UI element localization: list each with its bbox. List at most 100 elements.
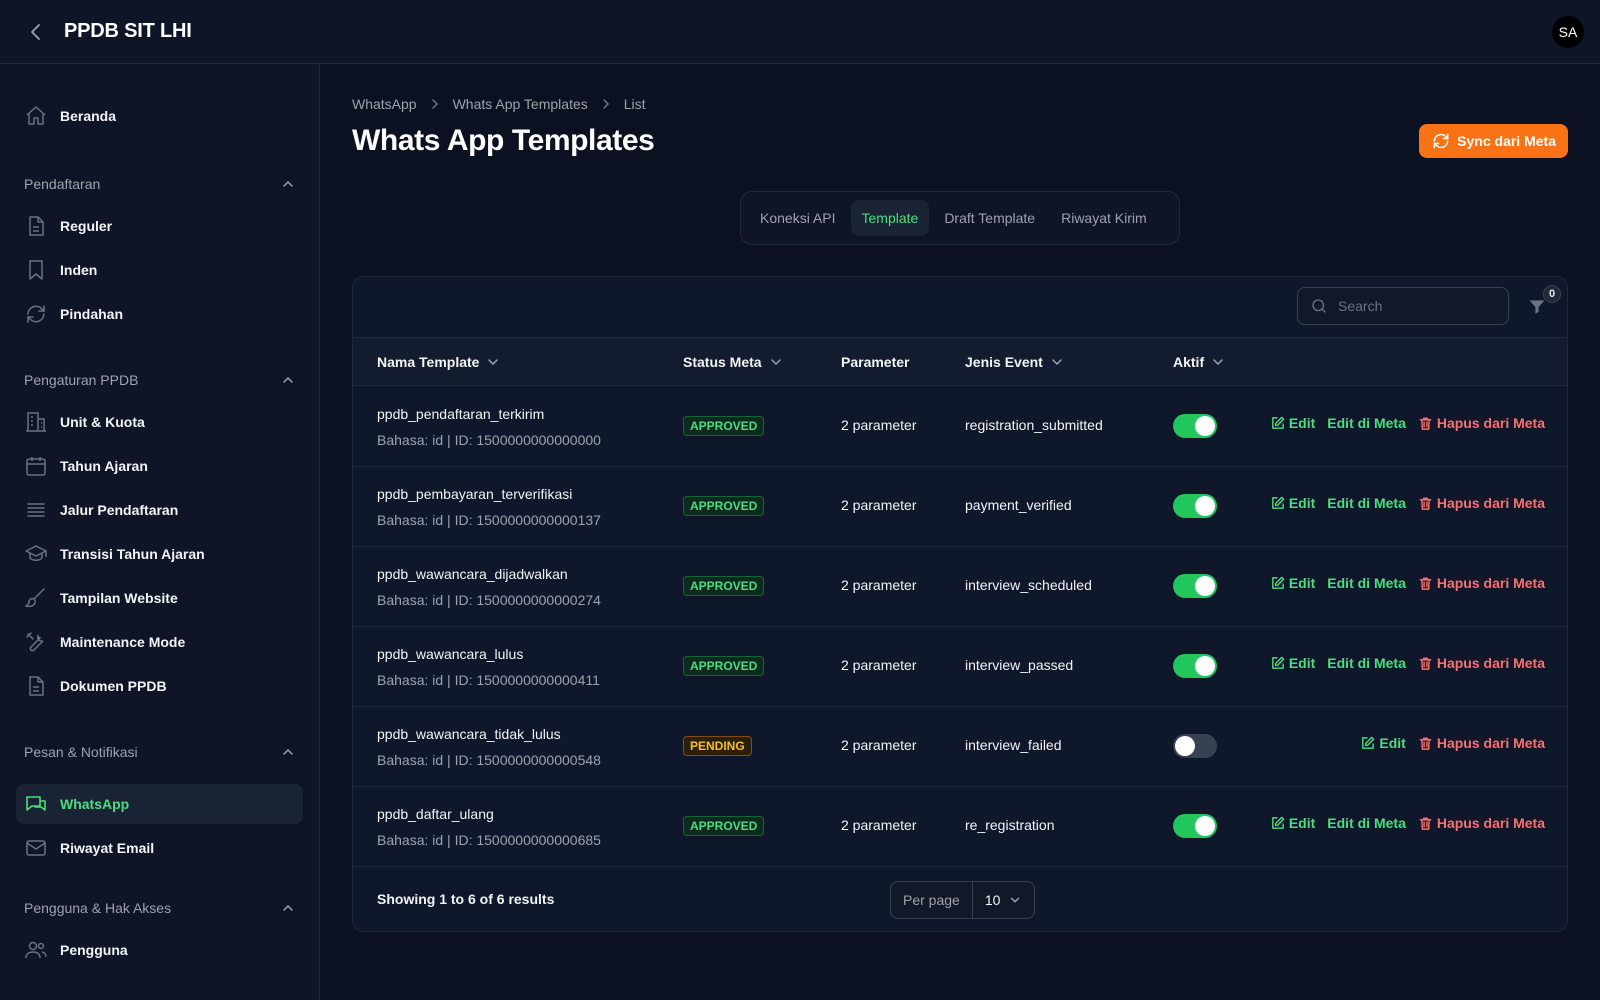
- group-pengguna-hak-akses[interactable]: Pengguna & Hak Akses: [24, 896, 296, 920]
- delete-from-meta-button[interactable]: Hapus dari Meta: [1418, 655, 1545, 671]
- sidebar-item-whatsapp[interactable]: WhatsApp: [16, 784, 303, 824]
- edit-button[interactable]: Edit: [1360, 735, 1406, 751]
- search-input[interactable]: [1338, 298, 1488, 314]
- delete-from-meta-button[interactable]: Hapus dari Meta: [1418, 575, 1545, 591]
- sidebar-item-inden[interactable]: Inden: [16, 250, 303, 290]
- chevron-up-icon: [280, 176, 296, 192]
- action-label: Edit di Meta: [1327, 655, 1406, 671]
- edit-icon: [1270, 416, 1285, 431]
- document-icon: [24, 214, 48, 238]
- tab-koneksi-api[interactable]: Koneksi API: [749, 200, 847, 236]
- per-page-select[interactable]: 10: [973, 892, 1035, 908]
- sidebar-item-tahun-ajaran[interactable]: Tahun Ajaran: [16, 446, 303, 486]
- column-header-status-meta[interactable]: Status Meta: [683, 338, 784, 386]
- action-label: Edit: [1288, 415, 1316, 431]
- column-header-aktif[interactable]: Aktif: [1173, 338, 1226, 386]
- edit-button[interactable]: Edit: [1270, 415, 1315, 431]
- event-type: re_registration: [965, 817, 1055, 833]
- edit-in-meta-button[interactable]: Edit di Meta: [1327, 415, 1406, 431]
- delete-from-meta-button[interactable]: Hapus dari Meta: [1418, 415, 1545, 431]
- sidebar-item-pindahan[interactable]: Pindahan: [16, 294, 303, 334]
- action-label: Hapus dari Meta: [1436, 735, 1545, 751]
- sidebar-item-dokumen-ppdb[interactable]: Dokumen PPDB: [16, 666, 303, 706]
- edit-button[interactable]: Edit: [1270, 495, 1315, 511]
- column-label: Jenis Event: [965, 354, 1043, 370]
- row-actions: Edit Edit di Meta Hapus dari Meta: [1270, 495, 1545, 511]
- tab-template[interactable]: Template: [850, 200, 930, 236]
- group-label: Pengaturan PPDB: [24, 372, 139, 388]
- per-page-value: 10: [984, 892, 1001, 908]
- user-avatar[interactable]: SA: [1552, 16, 1584, 48]
- filter-icon[interactable]: [1527, 297, 1547, 317]
- edit-in-meta-button[interactable]: Edit di Meta: [1327, 655, 1406, 671]
- active-toggle[interactable]: [1173, 734, 1217, 758]
- breadcrumb-templates[interactable]: Whats App Templates: [453, 96, 588, 112]
- edit-in-meta-button[interactable]: Edit di Meta: [1327, 495, 1406, 511]
- active-toggle[interactable]: [1173, 494, 1217, 518]
- chevron-up-icon: [280, 744, 296, 760]
- page-title: Whats App Templates: [352, 124, 655, 157]
- delete-from-meta-button[interactable]: Hapus dari Meta: [1418, 815, 1545, 831]
- breadcrumb-whatsapp[interactable]: WhatsApp: [352, 96, 417, 112]
- sidebar-item-beranda[interactable]: Beranda: [16, 96, 303, 136]
- edit-in-meta-button[interactable]: Edit di Meta: [1327, 575, 1406, 591]
- trash-icon: [1418, 496, 1433, 511]
- row-actions: Edit Edit di Meta Hapus dari Meta: [1270, 415, 1545, 431]
- template-name: ppdb_wawancara_lulus: [377, 646, 524, 662]
- action-label: Edit: [1288, 495, 1316, 511]
- table-row: ppdb_daftar_ulang Bahasa: id | ID: 150000…: [353, 786, 1567, 867]
- edit-button[interactable]: Edit: [1270, 815, 1315, 831]
- column-label: Nama Template: [377, 354, 480, 370]
- group-pesan-notifikasi[interactable]: Pesan & Notifikasi: [24, 740, 296, 764]
- edit-button[interactable]: Edit: [1270, 575, 1315, 591]
- sidebar-item-label: Riwayat Email: [60, 840, 155, 856]
- edit-icon: [1270, 656, 1285, 671]
- sidebar-item-tampilan-website[interactable]: Tampilan Website: [16, 578, 303, 618]
- chevron-down-icon: [768, 354, 784, 370]
- active-toggle[interactable]: [1173, 574, 1217, 598]
- tab-riwayat-kirim[interactable]: Riwayat Kirim: [1050, 200, 1158, 236]
- active-toggle[interactable]: [1173, 814, 1217, 838]
- sidebar-item-riwayat-email[interactable]: Riwayat Email: [16, 828, 303, 868]
- sidebar-item-unit-kuota[interactable]: Unit & Kuota: [16, 402, 303, 442]
- group-pendaftaran[interactable]: Pendaftaran: [24, 172, 296, 196]
- delete-from-meta-button[interactable]: Hapus dari Meta: [1418, 735, 1545, 751]
- template-meta: Bahasa: id | ID: 1500000000000411: [377, 672, 600, 688]
- sidebar-item-transisi-tahun-ajaran[interactable]: Transisi Tahun Ajaran: [16, 534, 303, 574]
- parameter-count: 2 parameter: [841, 497, 917, 513]
- sidebar-item-label: Pindahan: [60, 306, 124, 322]
- row-actions: Edit Edit di Meta Hapus dari Meta: [1270, 655, 1545, 671]
- action-label: Hapus dari Meta: [1436, 575, 1545, 591]
- sidebar: Beranda Pendaftaran Reguler Inden Pindah…: [0, 64, 320, 1000]
- group-pengaturan-ppdb[interactable]: Pengaturan PPDB: [24, 368, 296, 392]
- column-header-nama-template[interactable]: Nama Template: [377, 338, 501, 386]
- active-toggle[interactable]: [1173, 654, 1217, 678]
- sidebar-item-pengguna[interactable]: Pengguna: [16, 930, 303, 970]
- column-label: Status Meta: [683, 354, 762, 370]
- column-header-jenis-event[interactable]: Jenis Event: [965, 338, 1065, 386]
- template-name: ppdb_pendaftaran_terkirim: [377, 406, 545, 422]
- edit-in-meta-button[interactable]: Edit di Meta: [1327, 815, 1406, 831]
- edit-button[interactable]: Edit: [1270, 655, 1315, 671]
- template-meta: Bahasa: id | ID: 1500000000000548: [377, 752, 601, 768]
- sidebar-item-jalur-pendaftaran[interactable]: Jalur Pendaftaran: [16, 490, 303, 530]
- back-arrow-icon[interactable]: [24, 20, 48, 44]
- search-box[interactable]: [1297, 287, 1509, 325]
- sync-button-label: Sync dari Meta: [1457, 133, 1556, 149]
- sidebar-item-maintenance-mode[interactable]: Maintenance Mode: [16, 622, 303, 662]
- tab-draft-template[interactable]: Draft Template: [933, 200, 1046, 236]
- sidebar-item-label: Jalur Pendaftaran: [60, 502, 179, 518]
- toggle-knob: [1195, 416, 1215, 436]
- action-label: Edit: [1288, 575, 1316, 591]
- bookmark-icon: [24, 258, 48, 282]
- sidebar-item-label: WhatsApp: [60, 796, 130, 812]
- event-type: interview_passed: [965, 657, 1074, 673]
- delete-from-meta-button[interactable]: Hapus dari Meta: [1418, 495, 1545, 511]
- active-toggle[interactable]: [1173, 414, 1217, 438]
- toggle-knob: [1195, 816, 1215, 836]
- status-badge: APPROVED: [683, 496, 765, 516]
- sync-from-meta-button[interactable]: Sync dari Meta: [1419, 124, 1568, 158]
- parameter-count: 2 parameter: [841, 417, 917, 433]
- action-label: Edit: [1288, 815, 1316, 831]
- sidebar-item-reguler[interactable]: Reguler: [16, 206, 303, 246]
